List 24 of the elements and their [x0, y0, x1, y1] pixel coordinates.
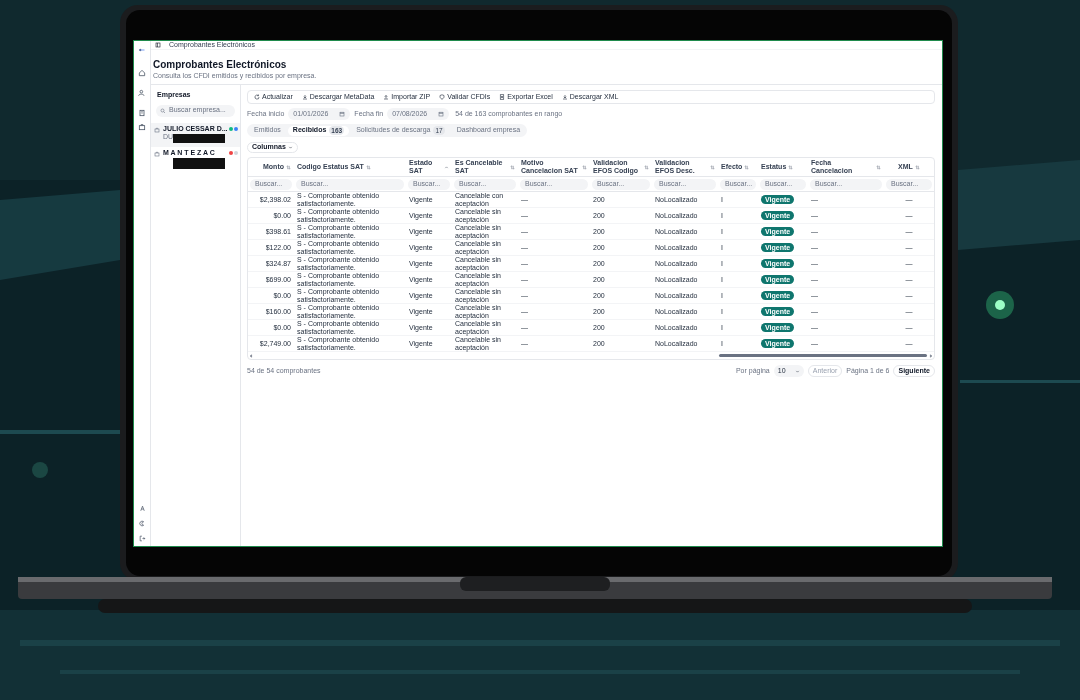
- calendar-icon: [438, 111, 445, 117]
- logo-icon: [136, 47, 148, 53]
- home-icon: [138, 69, 146, 77]
- scroll-right-icon: [929, 353, 933, 358]
- logout-icon: [138, 535, 146, 542]
- sheet-icon: [499, 94, 506, 100]
- refresh-icon: [254, 94, 260, 100]
- building-icon: [138, 109, 146, 117]
- page-title: Comprobantes Electrónicos: [153, 59, 287, 71]
- download-icon: [561, 94, 568, 100]
- calendar-icon: [339, 111, 346, 117]
- users-icon: [138, 89, 146, 97]
- scroll-left-icon: [249, 353, 253, 358]
- redaction-block: [173, 133, 225, 143]
- caret-icon: [794, 368, 800, 374]
- scrollbar-thumb[interactable]: [719, 354, 927, 357]
- download-icon: [301, 94, 308, 100]
- caret-icon: [287, 145, 293, 150]
- redaction-block: [173, 157, 225, 169]
- font-icon: [138, 505, 146, 512]
- upload-icon: [383, 94, 390, 100]
- shield-icon: [439, 94, 446, 100]
- sidebar-toggle-icon: [155, 42, 161, 48]
- search-icon: [160, 107, 166, 114]
